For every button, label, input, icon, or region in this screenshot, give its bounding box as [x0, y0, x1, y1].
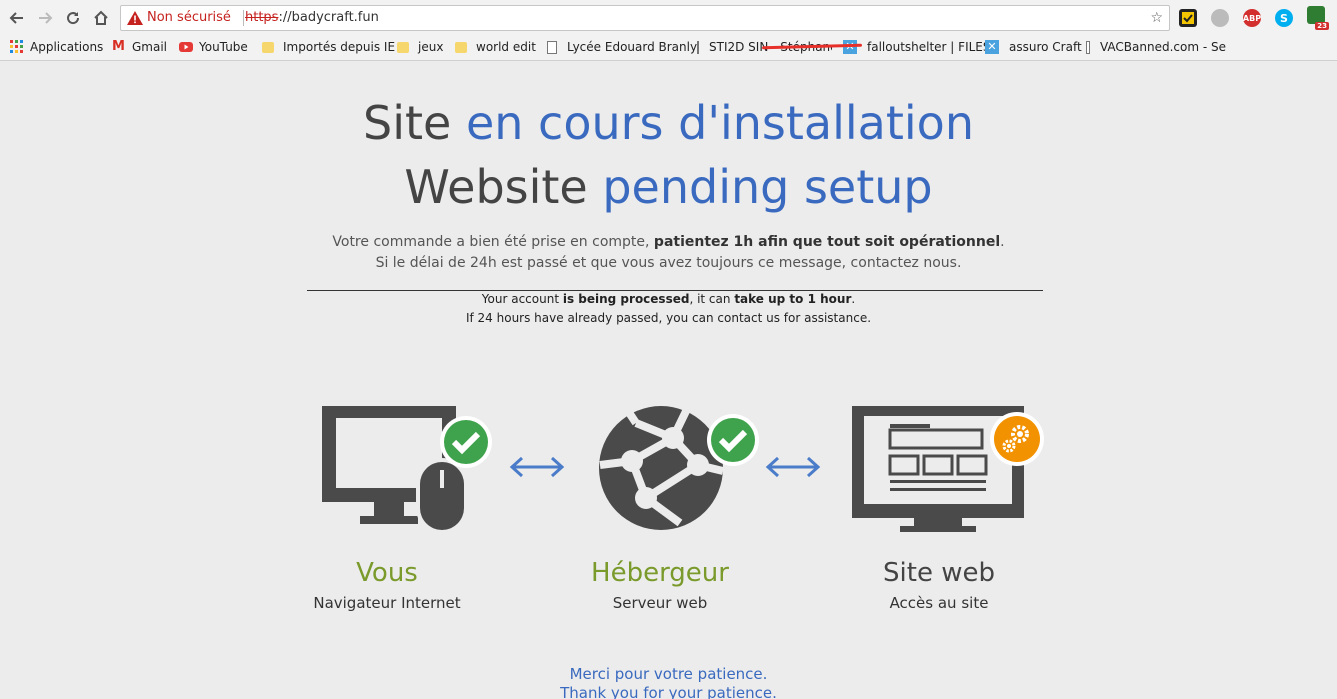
address-bar[interactable]: Non sécurisé https://badycraft.fun ☆: [120, 5, 1170, 31]
bookmark-label: assuro Craft: [1009, 40, 1082, 54]
message-en-2: If 24 hours have already passed, you can…: [465, 311, 872, 325]
bookmark-label: world edit: [476, 40, 536, 54]
step-site-title: Site web: [883, 558, 995, 588]
step-host-title: Hébergeur: [591, 558, 729, 588]
thanks-en: Thank you for your patience.: [560, 684, 777, 699]
adblock-icon[interactable]: ABP: [1243, 9, 1261, 27]
forward-icon[interactable]: [34, 7, 56, 29]
message-fr-1-end: .: [1000, 234, 1005, 250]
bookmark-label: jeux: [418, 40, 444, 54]
title-en-plain: Website: [404, 160, 603, 214]
check-icon: [706, 413, 760, 471]
thanks-fr: Merci pour votre patience.: [569, 665, 768, 683]
folder-icon: [397, 41, 409, 53]
bookmark-star-icon[interactable]: ☆: [1150, 10, 1163, 26]
youtube-icon: [179, 40, 193, 54]
message-fr-2: Si le délai de 24h est passé et que vous…: [375, 255, 962, 271]
extension-checkmark-icon[interactable]: [1179, 9, 1197, 27]
url-text[interactable]: https://badycraft.fun: [245, 10, 379, 25]
gear-icon: [989, 411, 1045, 471]
bookmark-importes[interactable]: Importés depuis IE: [262, 40, 395, 54]
step-site-subtitle: Accès au site: [889, 594, 989, 612]
divider: [307, 290, 1043, 291]
home-icon[interactable]: [90, 7, 112, 29]
page-icon: [697, 40, 699, 54]
reload-icon[interactable]: [62, 7, 84, 29]
message-fr-1: Votre commande a bien été prise en compt…: [0, 234, 1337, 250]
title-en: Website pending setup: [0, 160, 1337, 214]
message-en-1-e: .: [851, 292, 856, 306]
bookmark-label: VACBanned.com - Se: [1099, 40, 1226, 54]
warning-icon: [127, 11, 143, 29]
page-icon: [1086, 40, 1090, 54]
folder-icon: [455, 41, 467, 53]
extension-gift-icon[interactable]: 23: [1307, 6, 1329, 30]
bookmark-label: Importés depuis IE: [283, 40, 396, 54]
url-scheme: https: [245, 10, 279, 25]
bookmark-world-edit[interactable]: world edit: [455, 40, 536, 54]
bookmark-youtube[interactable]: YouTube: [179, 40, 248, 54]
title-fr: Site en cours d'installation: [0, 96, 1337, 150]
message-en-1-c: , it can: [689, 292, 735, 306]
gmail-icon: M: [112, 39, 125, 54]
check-icon: [439, 415, 493, 473]
skype-icon[interactable]: S: [1275, 9, 1293, 27]
extension-circle-icon[interactable]: [1211, 9, 1229, 27]
omnibox-separator: [243, 10, 244, 26]
bookmark-lycee[interactable]: Lycée Edouard Branly: [547, 40, 697, 54]
folder-icon: [262, 41, 274, 53]
bookmark-label: Gmail: [132, 40, 168, 54]
step-you-subtitle: Navigateur Internet: [313, 594, 461, 612]
bookmark-assuro-craft[interactable]: ✕ assuro Craft: [985, 40, 1082, 54]
assuro-icon: ✕: [985, 40, 999, 54]
step-host-subtitle: Serveur web: [612, 594, 708, 612]
bookmark-label: Lycée Edouard Branly: [567, 40, 698, 54]
message-en-1-b: is being processed: [562, 292, 690, 306]
bookmark-applications[interactable]: Applications: [10, 40, 103, 54]
url-host: ://badycraft.fun: [278, 10, 379, 25]
bookmark-label: Applications: [30, 40, 104, 54]
apps-grid-icon: [10, 40, 24, 54]
bookmark-label: falloutshelter | FILES: [867, 40, 991, 54]
double-arrow-icon: [508, 455, 566, 483]
message-fr-1-plain: Votre commande a bien été prise en compt…: [332, 234, 654, 250]
bookmark-gmail[interactable]: M Gmail: [112, 39, 168, 55]
bookmark-falloutshelter[interactable]: ✕ falloutshelter | FILES: [843, 40, 991, 54]
back-icon[interactable]: [6, 7, 28, 29]
bookmarks-bar: Applications M Gmail YouTube Importés de…: [0, 36, 1337, 61]
message-fr-1-bold: patientez 1h afin que tout soit opératio…: [653, 234, 1001, 250]
bookmark-vacbanned[interactable]: VACBanned.com - Se: [1086, 40, 1226, 54]
message-en-1-a: Your account: [481, 292, 563, 306]
bookmark-jeux[interactable]: jeux: [397, 40, 443, 54]
message-en-1-d: take up to 1 hour: [734, 292, 852, 306]
step-you-title: Vous: [356, 558, 418, 588]
insecure-label[interactable]: Non sécurisé: [147, 10, 231, 25]
bookmark-label: YouTube: [199, 40, 248, 54]
extension-badge: 23: [1315, 22, 1329, 30]
page-icon: [547, 40, 557, 54]
message-en-1: Your account is being processed, it can …: [0, 292, 1337, 306]
title-fr-accent: en cours d'installation: [465, 96, 974, 150]
title-en-accent: pending setup: [602, 160, 933, 214]
title-fr-plain: Site: [363, 96, 466, 150]
double-arrow-icon: [764, 455, 822, 483]
browser-toolbar: Non sécurisé https://badycraft.fun ☆ ABP…: [0, 0, 1337, 36]
